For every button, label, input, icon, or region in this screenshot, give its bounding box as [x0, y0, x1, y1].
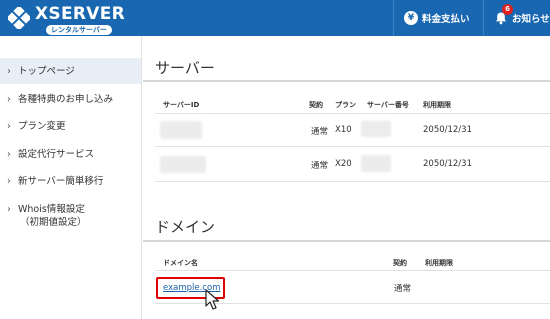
- notification-count-badge: 6: [502, 4, 513, 15]
- column-header-expiry: 利用期限: [425, 259, 453, 267]
- sidebar-item-label: 各種特典のお申し込み: [18, 94, 114, 105]
- masked-server-id: [160, 156, 206, 173]
- sidebar-item-sublabel: （初期値設定）: [20, 217, 87, 228]
- expiry-cell: 2050/12/31: [423, 159, 472, 169]
- expiry-cell: 2050/12/31: [423, 125, 472, 135]
- plan-cell: X20: [335, 159, 352, 169]
- logo-text: XSERVER: [35, 4, 126, 24]
- chevron-right-icon: ›: [7, 94, 11, 105]
- masked-server-number: [361, 155, 391, 172]
- sidebar-item-whois[interactable]: › Whois情報設定 （初期値設定）: [0, 203, 141, 229]
- chevron-right-icon: ›: [7, 121, 11, 132]
- contract-cell: 通常: [394, 284, 412, 294]
- column-header-plan: プラン: [335, 101, 356, 109]
- contract-cell: 通常: [311, 161, 329, 171]
- column-header-contract: 契約: [393, 259, 407, 267]
- top-header: XSERVER レンタルサーバー ¥ 料金支払い 6 お知らせ: [0, 0, 550, 36]
- section-divider: [143, 80, 550, 82]
- table-rule: [155, 146, 550, 147]
- masked-server-number: [361, 121, 391, 137]
- chevron-right-icon: ›: [7, 204, 11, 215]
- sidebar: › トップページ › 各種特典のお申し込み › プラン変更 › 設定代行サービス › 新サ…: [0, 36, 142, 319]
- section-divider: [143, 240, 550, 242]
- column-header-server-number: サーバー番号: [367, 101, 409, 109]
- plan-cell: X10: [335, 125, 352, 135]
- billing-label: 料金支払い: [422, 14, 470, 25]
- chevron-right-icon: ›: [7, 66, 11, 77]
- domain-section-title: ドメイン: [155, 218, 216, 236]
- xserver-diamond-icon: [8, 7, 30, 29]
- sidebar-item-setup-service[interactable]: › 設定代行サービス: [0, 148, 141, 161]
- header-divider: [483, 0, 484, 36]
- column-header-domain-name: ドメイン名: [163, 259, 198, 267]
- notifications-label: お知らせ: [512, 14, 550, 25]
- column-header-server-id: サーバーID: [163, 101, 200, 109]
- notifications-button[interactable]: 6 お知らせ: [494, 0, 550, 36]
- sidebar-item-label: Whois情報設定: [18, 204, 85, 215]
- contract-cell: 通常: [311, 127, 329, 137]
- bell-icon: 6: [494, 4, 513, 25]
- sidebar-item-label: 新サーバー簡単移行: [18, 176, 104, 187]
- mouse-pointer-icon: [205, 289, 220, 310]
- sidebar-item-label: トップページ: [18, 66, 75, 77]
- sidebar-item-plan-change[interactable]: › プラン変更: [0, 120, 141, 133]
- yen-coin-icon: ¥: [404, 11, 418, 25]
- sidebar-item-label: 設定代行サービス: [18, 149, 95, 160]
- logo-subtitle: レンタルサーバー: [46, 25, 112, 35]
- header-divider: [393, 0, 394, 36]
- masked-server-id: [160, 121, 202, 139]
- billing-button[interactable]: ¥ 料金支払い: [404, 0, 470, 36]
- chevron-right-icon: ›: [7, 149, 11, 160]
- sidebar-item-special-offers[interactable]: › 各種特典のお申し込み: [0, 93, 141, 106]
- chevron-right-icon: ›: [7, 176, 11, 187]
- table-rule: [155, 270, 550, 271]
- sidebar-item-top-page[interactable]: › トップページ: [0, 58, 141, 84]
- table-rule: [155, 181, 550, 182]
- column-header-contract: 契約: [309, 101, 323, 109]
- server-section-title: サーバー: [155, 59, 215, 77]
- column-header-expiry: 利用期限: [423, 101, 451, 109]
- sidebar-item-server-migration[interactable]: › 新サーバー簡単移行: [0, 175, 141, 188]
- table-rule: [155, 113, 550, 114]
- sidebar-item-label: プラン変更: [18, 121, 66, 132]
